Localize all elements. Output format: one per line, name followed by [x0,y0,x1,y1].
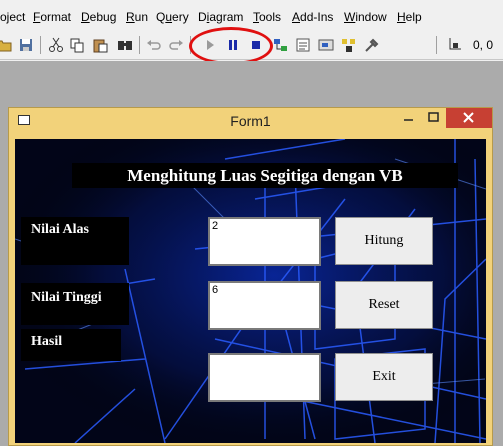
cut-icon[interactable] [48,37,64,53]
properties-icon[interactable] [295,37,311,53]
redo-icon[interactable] [168,37,184,53]
menu-tools[interactable]: Tools [253,10,281,24]
menu-query[interactable]: Query [156,10,189,24]
menu-diagram[interactable]: Diagram [198,10,243,24]
output-hasil[interactable] [208,353,321,402]
object-browser-icon[interactable] [341,37,357,53]
save-icon[interactable] [18,37,34,53]
project-explorer-icon[interactable] [273,37,289,53]
label-nilai-tinggi: Nilai Tinggi [21,283,129,325]
menu-format[interactable]: Format [33,10,71,24]
form-layout-icon[interactable] [318,37,334,53]
menu-run[interactable]: Run [126,10,148,24]
toolbox-icon[interactable] [364,37,380,53]
open-icon[interactable] [0,37,12,53]
form-titlebar[interactable]: Form1 [9,108,492,134]
hitung-button[interactable]: Hitung [335,217,433,265]
reset-button[interactable]: Reset [335,281,433,329]
menu-window[interactable]: Window [344,10,387,24]
position-icon [449,38,461,50]
label-hasil: Hasil [21,329,121,361]
exit-button[interactable]: Exit [335,353,433,401]
paste-icon[interactable] [92,37,108,53]
input-nilai-tinggi[interactable]: 6 [208,281,321,330]
close-icon[interactable] [446,108,492,128]
undo-icon[interactable] [146,37,162,53]
copy-icon[interactable] [69,37,85,53]
label-nilai-alas: Nilai Alas [21,217,129,265]
form-window: Form1 Menghitung Luas Segitiga dengan VB… [8,107,493,446]
form-heading: Menghitung Luas Segitiga dengan VB [72,163,458,188]
find-icon[interactable] [117,37,133,53]
maximize-icon[interactable] [421,108,446,128]
menu-debug[interactable]: Debug [81,10,116,24]
highlight-annotation [189,27,273,65]
form-client-area: Menghitung Luas Segitiga dengan VB Nilai… [15,139,486,443]
menu-help[interactable]: Help [397,10,422,24]
position-readout: 0, 0 [473,38,494,52]
menu-add-ins[interactable]: Add-Ins [292,10,333,24]
input-nilai-alas[interactable]: 2 [208,217,321,266]
minimize-icon[interactable] [396,108,421,128]
menu-project[interactable]: oject [0,10,25,24]
